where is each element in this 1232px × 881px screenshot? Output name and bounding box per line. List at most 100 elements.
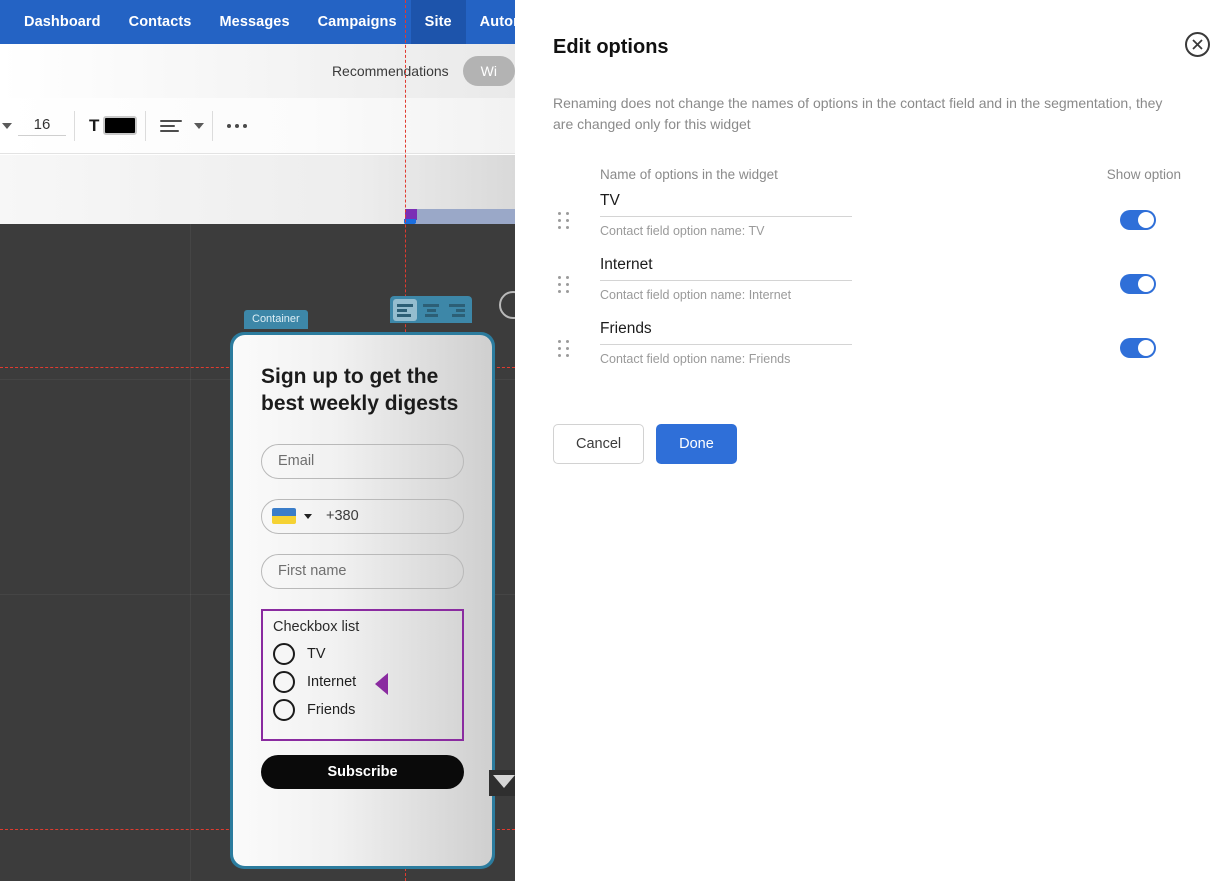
checkbox-label: Internet [307,673,357,690]
font-family-dropdown[interactable] [2,109,12,143]
text-color-swatch[interactable] [103,116,138,135]
option-row: Contact field option name: Internet [553,256,1182,302]
widget-preview-frame[interactable]: Sign up to get the best weekly digests E… [230,332,495,869]
page-title: Edit options [553,36,669,58]
widget-tab-pill[interactable]: Wi [462,56,515,86]
checkbox-label: Friends [307,701,356,718]
align-left-tool[interactable] [393,299,417,321]
option-main: Contact field option name: Internet [600,256,852,302]
checkbox-label: TV [307,645,326,662]
options-list: Contact field option name: TV Contact fi… [553,192,1182,366]
close-icon[interactable] [1185,32,1210,57]
align-center-icon [423,303,439,317]
ua-flag-icon [272,508,296,525]
drag-handle-icon[interactable] [553,212,575,229]
more-options-button[interactable] [227,109,248,143]
option-name-input[interactable] [600,192,852,217]
checkbox-circle-icon[interactable] [273,670,295,693]
nav-label: Site [424,14,452,30]
align-right-icon [449,303,465,317]
option-row: Contact field option name: TV [553,192,1182,238]
show-option-toggle[interactable] [1120,210,1156,230]
more-horizontal-icon [243,123,248,128]
checkbox-list-title: Checkbox list [273,618,360,635]
option-subtitle: Contact field option name: Internet [600,288,792,302]
nav-item-site[interactable]: Site [410,0,466,44]
canvas-grid-line [190,224,191,881]
panel-actions: Cancel Done [553,424,1182,464]
checkbox-circle-icon[interactable] [273,698,295,721]
horizontal-ruler[interactable] [405,209,515,224]
site-editor-app: Dashboard Contacts Messages Campaigns Si… [0,0,515,881]
panel-description: Renaming does not change the names of op… [553,95,1163,132]
align-right-tool[interactable] [445,299,469,321]
option-main: Contact field option name: TV [600,192,852,238]
align-dropdown[interactable] [194,109,205,143]
recommendations-link[interactable]: Recommendations [332,63,449,79]
more-horizontal-icon [227,123,232,128]
nav-item-dashboard[interactable]: Dashboard [10,0,115,44]
align-left-icon [160,119,183,132]
first-name-field[interactable]: First name [261,553,464,589]
option-name-input[interactable] [600,320,852,345]
text-color-glyph: T [89,116,100,135]
nav-item-campaigns[interactable]: Campaigns [304,0,411,44]
nav-label: Contacts [128,14,192,30]
show-option-toggle[interactable] [1120,274,1156,294]
edit-options-panel: Edit options Renaming does not change th… [515,0,1232,881]
align-center-tool[interactable] [419,299,443,321]
signup-form-title: Sign up to get the best weekly digests [261,365,459,416]
nav-item-contacts[interactable]: Contacts [115,0,206,44]
toggle-knob [1138,212,1154,228]
toggle-knob [1138,340,1154,356]
checkbox-list-item[interactable]: TV [273,642,452,665]
app-root: Dashboard Contacts Messages Campaigns Si… [0,0,1232,881]
cancel-button[interactable]: Cancel [553,424,645,464]
nav-item-automation[interactable]: Automation [466,0,515,44]
phone-country-code: +380 [326,508,359,525]
collapse-chevron-icon[interactable] [489,770,515,796]
font-size-input[interactable]: 16 [18,116,66,136]
drag-handle-icon[interactable] [553,276,575,293]
toolbar-divider [212,110,214,141]
show-option-toggle[interactable] [1120,338,1156,358]
email-field[interactable]: Email [261,443,464,479]
nav-label: Campaigns [317,14,397,30]
subscribe-button[interactable]: Subscribe [261,754,464,789]
container-align-toolbar [390,296,472,323]
container-label-tab[interactable]: Container [244,310,308,329]
align-left-button[interactable] [160,109,183,143]
chevron-down-icon [194,122,205,129]
column-header-name: Name of options in the widget [600,167,778,182]
checkbox-list-item[interactable]: Friends [273,698,452,721]
drag-handle-icon[interactable] [553,340,575,357]
done-button[interactable]: Done [656,424,737,464]
text-color-button[interactable]: T [89,116,138,135]
nav-label: Dashboard [24,14,101,30]
column-header-show: Show option [1106,167,1181,182]
nav-label: Messages [219,14,290,30]
option-subtitle: Contact field option name: TV [600,224,765,238]
option-main: Contact field option name: Friends [600,320,852,366]
top-navigation-bar: Dashboard Contacts Messages Campaigns Si… [0,0,515,44]
selection-pointer-icon [375,672,388,695]
chevron-down-icon[interactable] [304,513,312,519]
secondary-toolbar: Recommendations Wi [0,44,515,98]
phone-field[interactable]: +380 [261,498,464,534]
align-left-icon [397,303,413,317]
text-format-toolbar: 16 T [0,98,515,154]
option-subtitle: Contact field option name: Friends [600,352,791,366]
option-name-input[interactable] [600,256,852,281]
options-column-headers: Name of options in the widget Show optio… [553,167,1182,182]
checkbox-list-item[interactable]: Internet [273,670,452,693]
toolbar-divider [74,110,75,141]
more-horizontal-icon [235,123,240,128]
nav-item-messages[interactable]: Messages [205,0,303,44]
option-row: Contact field option name: Friends [553,320,1182,366]
checkbox-list-widget[interactable]: Checkbox list TV Internet Friends [261,608,464,741]
toolbar-divider [145,110,147,141]
checkbox-circle-icon[interactable] [273,642,295,665]
chevron-down-icon [2,122,12,129]
signup-form-preview: Sign up to get the best weekly digests E… [233,335,492,866]
ruler-marker-purple[interactable] [405,209,417,220]
